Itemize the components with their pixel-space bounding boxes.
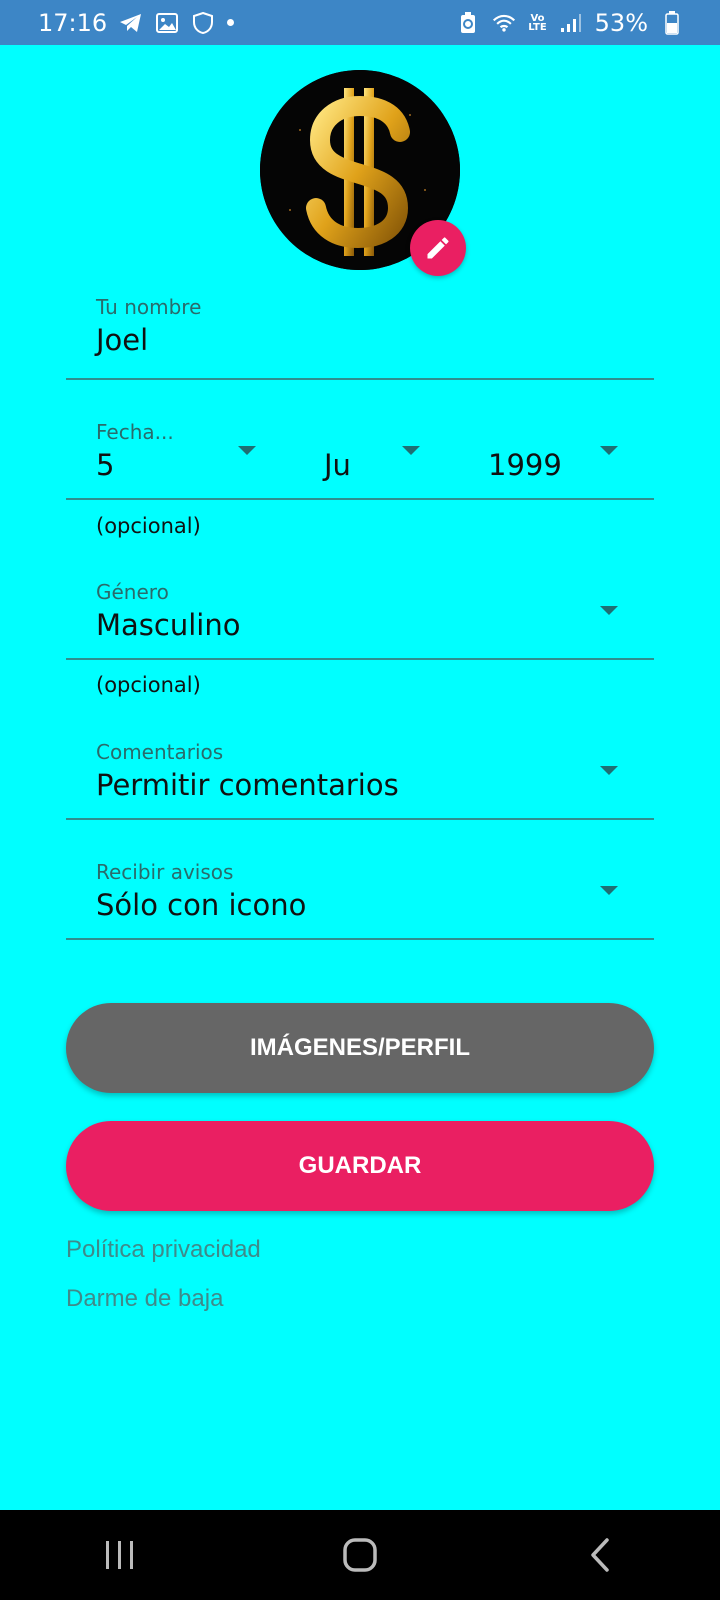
edit-avatar-button[interactable] <box>410 220 466 276</box>
status-bar: 17:16 Vo LTE 53% <box>0 0 720 45</box>
privacy-policy-link[interactable]: Política privacidad <box>66 1236 261 1264</box>
birthdate-year[interactable]: 1999 <box>488 448 562 482</box>
telegram-icon <box>119 11 143 35</box>
save-button[interactable]: GUARDAR <box>66 1121 654 1211</box>
gender-dropdown-arrow-icon <box>600 606 618 615</box>
month-dropdown-arrow-icon[interactable] <box>402 446 420 455</box>
image-icon <box>155 11 179 35</box>
recent-apps-icon[interactable] <box>90 1525 150 1585</box>
wifi-icon <box>492 11 516 35</box>
birthdate-helper: (opcional) <box>96 514 201 538</box>
notifications-value: Sólo con icono <box>96 888 307 922</box>
shield-icon <box>191 11 215 35</box>
navigation-bar <box>0 1510 720 1600</box>
notifications-label: Recibir avisos <box>96 860 234 884</box>
battery-saver-icon <box>456 11 480 35</box>
name-label: Tu nombre <box>96 295 202 319</box>
unsubscribe-link[interactable]: Darme de baja <box>66 1285 223 1313</box>
comments-field[interactable]: Comentarios Permitir comentarios <box>66 728 654 820</box>
gender-helper: (opcional) <box>96 673 201 697</box>
year-dropdown-arrow-icon[interactable] <box>600 446 618 455</box>
back-icon[interactable] <box>570 1525 630 1585</box>
battery-percent: 53% <box>594 8 648 37</box>
volte-icon: Vo LTE <box>528 13 547 33</box>
birthdate-month[interactable]: Ju <box>324 448 351 482</box>
images-profile-button[interactable]: IMÁGENES/PERFIL <box>66 1003 654 1093</box>
comments-label: Comentarios <box>96 740 224 764</box>
battery-icon <box>660 10 684 35</box>
dot-icon <box>227 19 235 26</box>
notifications-field[interactable]: Recibir avisos Sólo con icono <box>66 848 654 940</box>
signal-icon <box>559 11 583 35</box>
comments-value: Permitir comentarios <box>96 768 399 802</box>
comments-dropdown-arrow-icon <box>600 766 618 775</box>
notifications-dropdown-arrow-icon <box>600 886 618 895</box>
status-bar-right: Vo LTE 53% <box>456 9 684 37</box>
day-dropdown-arrow-icon[interactable] <box>238 446 256 455</box>
name-value: Joel <box>96 323 149 357</box>
birthdate-day[interactable]: 5 <box>96 448 114 482</box>
volte-bottom: LTE <box>528 21 547 33</box>
gender-field[interactable]: Género Masculino <box>66 568 654 660</box>
name-field[interactable]: Tu nombre Joel <box>66 288 654 380</box>
home-icon[interactable] <box>330 1525 390 1585</box>
birthdate-label: Fecha... <box>96 420 174 444</box>
pencil-icon <box>427 237 449 259</box>
gender-value: Masculino <box>96 608 241 642</box>
birthdate-field: Fecha... 5 Ju 1999 <box>66 410 654 500</box>
status-time: 17:16 <box>38 8 108 37</box>
status-bar-left: 17:16 <box>38 8 235 37</box>
gender-label: Género <box>96 580 169 604</box>
